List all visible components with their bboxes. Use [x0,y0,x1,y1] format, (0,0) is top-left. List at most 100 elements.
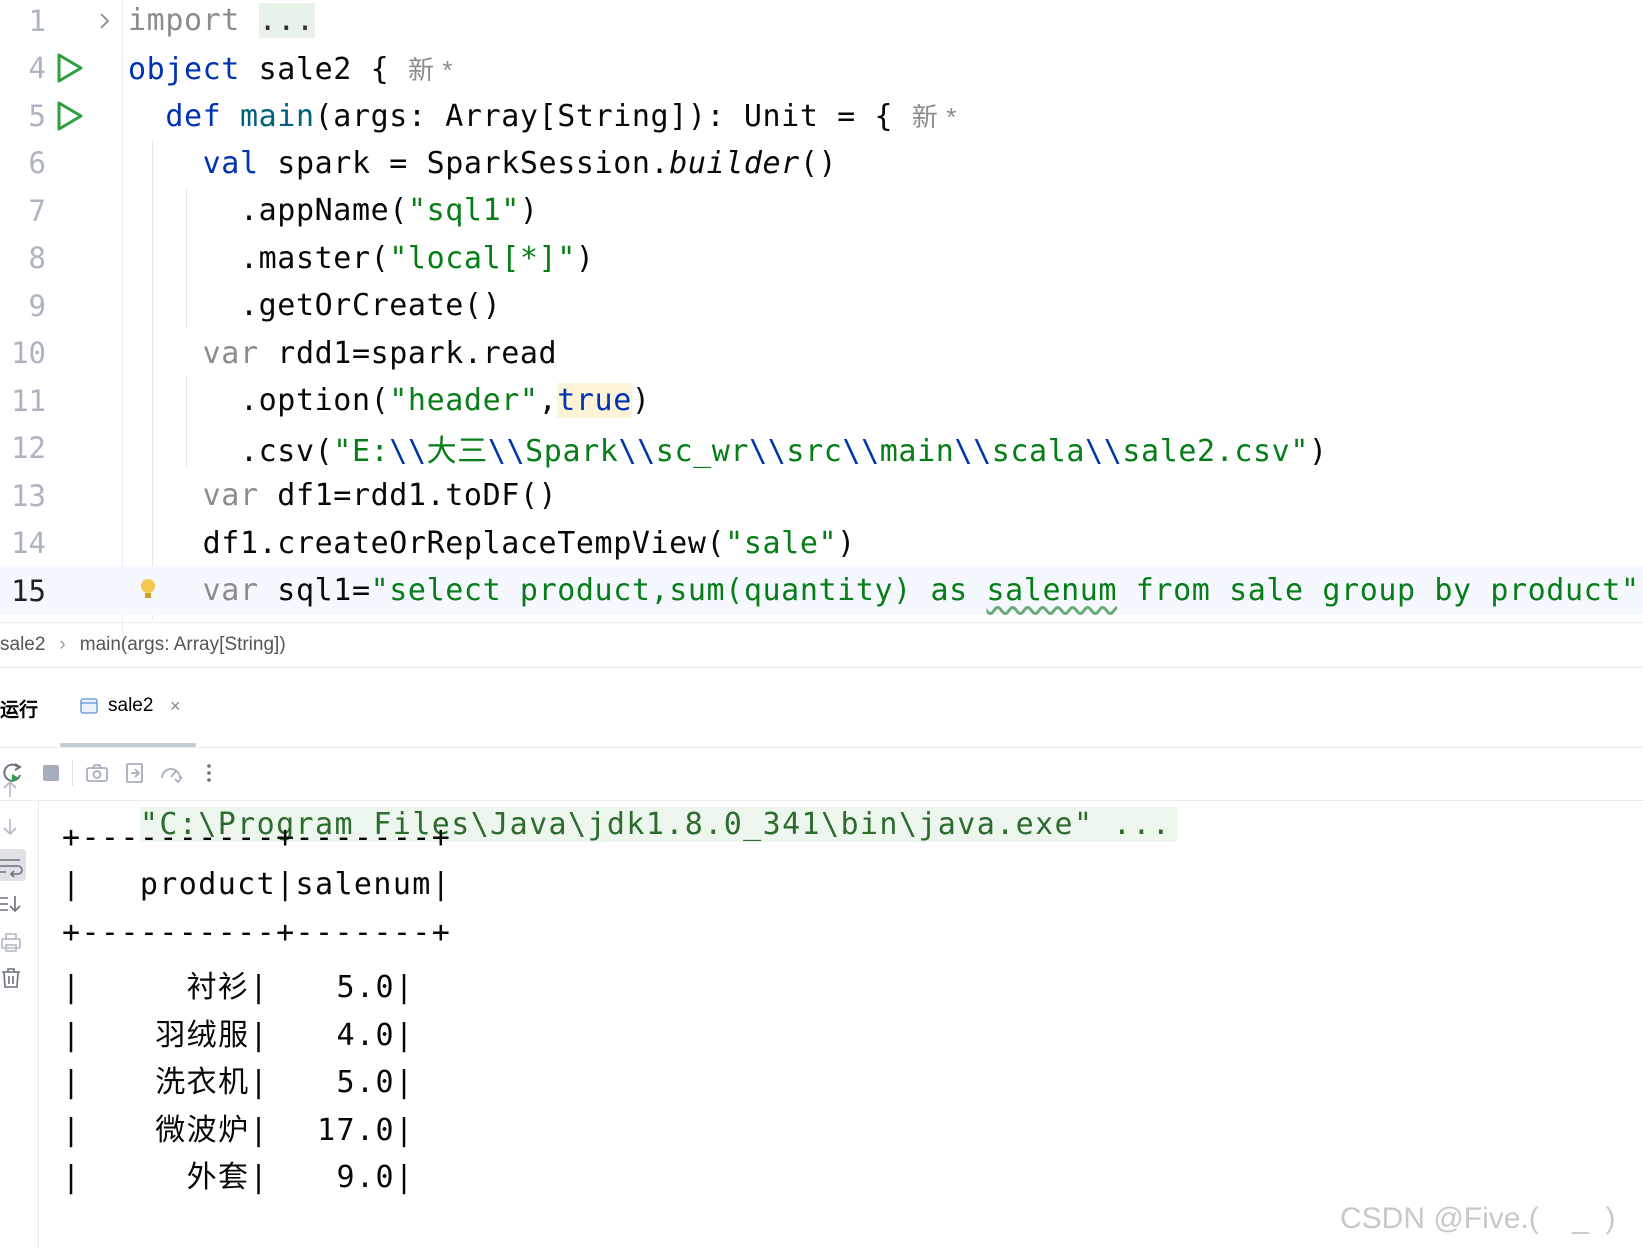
code-line[interactable]: 4 object sale2 { 新 * [0,44,1643,93]
table-pipe: | [62,1112,82,1148]
code-text[interactable]: .appName("sql1") [128,193,539,228]
code-token: , [538,383,558,418]
code-token: var [128,573,278,608]
table-pipe: | [62,970,82,1005]
code-token: "sale" [725,525,838,561]
code-text[interactable]: var rdd1=spark.read [128,336,557,371]
code-line[interactable]: 11 .option("header",true) [0,376,1643,425]
code-token: \\ [487,434,526,469]
table-header: | product|salenum| [62,867,452,902]
code-token: ) [837,525,856,561]
code-editor[interactable]: 1 import ... 4 object sale2 { 新 * 5 def main… [0,0,1643,651]
code-token: .csv( [128,434,334,469]
table-pipe: | [249,1065,269,1100]
close-icon[interactable]: × [170,696,181,717]
code-token: ) [631,383,651,418]
table-pipe: | [249,1112,269,1148]
code-token: "header" [389,383,539,418]
code-line[interactable]: 7 .appName("sql1") [0,186,1643,235]
code-token: \\ [1085,434,1123,469]
code-token: true [557,383,632,418]
line-number[interactable]: 10 [0,336,46,370]
table-pipe: | [394,970,415,1005]
code-token: (args: Array[String]): Unit = { [314,99,912,134]
arrow-down-icon[interactable] [0,815,26,841]
table-border-mid: +----------+-------+ [62,915,452,950]
salenum-cell: 5.0 [336,1065,395,1100]
watermark: CSDN @Five.( _ ) [1340,1202,1616,1235]
breadcrumb-item-object[interactable]: sale2 [0,634,45,656]
line-number[interactable]: 1 [0,4,46,38]
line-number[interactable]: 4 [0,51,46,85]
salenum-cell: 5.0 [336,970,395,1005]
code-line[interactable]: 9 .getOrCreate() [0,281,1643,330]
table-row: | 羽绒服| 4.0| [62,1010,414,1054]
line-number[interactable]: 9 [0,289,46,323]
salenum-cell: 9.0 [336,1160,395,1195]
code-token: df1=rdd1.toDF() [277,478,558,513]
code-text[interactable]: .master("local[*]") [128,241,595,276]
console-side-toolbar [0,780,39,1248]
code-text[interactable]: object sale2 { 新 * [128,50,453,87]
trash-icon[interactable] [0,965,26,991]
soft-wrap-icon[interactable] [0,853,26,879]
breadcrumb-item-method[interactable]: main(args: Array[String]) [80,634,286,656]
line-number[interactable]: 13 [0,479,46,513]
code-text[interactable]: var sql1="select product,sum(quantity) a… [128,573,1640,608]
code-line[interactable]: 14 df1.createOrReplaceTempView("sale") [0,519,1643,568]
code-line[interactable]: 12 .csv("E:\\大三\\Spark\\sc_wr\\src\\main… [0,424,1643,473]
code-token: () [799,145,838,181]
line-number[interactable]: 8 [0,241,46,275]
run-gutter-icon[interactable] [56,100,84,132]
code-token: sale2 { [258,51,408,87]
line-number[interactable]: 15 [0,574,46,608]
code-token: \\ [954,434,992,469]
code-token: .appName( [128,193,408,228]
code-line[interactable]: 10 var rdd1=spark.read [0,329,1643,378]
code-line[interactable]: 13 var df1=rdd1.toDF() [0,471,1643,520]
console-output[interactable]: "C:\Program Files\Java\jdk1.8.0_341\bin\… [62,801,1622,1248]
code-token: val [128,145,278,181]
code-line[interactable]: 8 .master("local[*]") [0,234,1643,283]
line-number[interactable]: 12 [0,431,46,465]
code-text[interactable]: var df1=rdd1.toDF() [128,478,557,513]
table-pipe: | [394,1017,415,1053]
table-pipe: | [394,1160,415,1195]
chevron-right-icon[interactable] [98,9,112,33]
code-text[interactable]: def main(args: Array[String]): Unit = { … [128,97,957,134]
code-text[interactable]: .csv("E:\\大三\\Spark\\sc_wr\\src\\main\\s… [128,426,1328,470]
stop-icon[interactable] [38,760,64,786]
code-line[interactable]: 15 var sql1="select product,sum(quantity… [0,566,1643,615]
line-number[interactable]: 5 [0,99,46,133]
tab-sale2[interactable]: sale2 × [60,667,196,747]
arrow-up-icon[interactable] [0,777,26,803]
code-token: rdd1=spark.read [277,335,558,371]
code-token: \\ [389,434,427,469]
code-text[interactable]: .getOrCreate() [128,288,501,323]
line-number[interactable]: 11 [0,384,46,418]
code-line[interactable]: 5 def main(args: Array[String]): Unit = … [0,91,1643,140]
code-token: \\ [749,434,787,469]
line-number[interactable]: 7 [0,194,46,228]
code-line[interactable]: 1 import ... [0,0,1643,45]
code-token: sql1= [277,573,371,608]
code-token: .master( [128,240,390,276]
scroll-to-end-icon[interactable] [0,891,26,917]
print-icon[interactable] [0,929,26,955]
line-number[interactable]: 14 [0,526,46,560]
code-text[interactable]: .option("header",true) [128,383,651,418]
code-token: sale2.csv" [1122,434,1309,469]
code-token: ... [258,3,315,38]
code-text[interactable]: df1.createOrReplaceTempView("sale") [128,526,856,561]
code-token: var [128,335,278,371]
code-token: main [239,99,315,134]
code-line[interactable]: 6 val spark = SparkSession.builder() [0,139,1643,188]
code-text[interactable]: import ... [128,3,315,38]
code-text[interactable]: val spark = SparkSession.builder() [128,146,837,181]
line-number[interactable]: 6 [0,146,46,180]
run-gutter-icon[interactable] [56,52,84,84]
table-row: | 衬衫| 5.0| [62,962,414,1006]
table-row: | 洗衣机| 5.0| [62,1057,414,1101]
product-cell: 衬衫 [186,970,250,1005]
code-token: salenum [986,573,1118,608]
